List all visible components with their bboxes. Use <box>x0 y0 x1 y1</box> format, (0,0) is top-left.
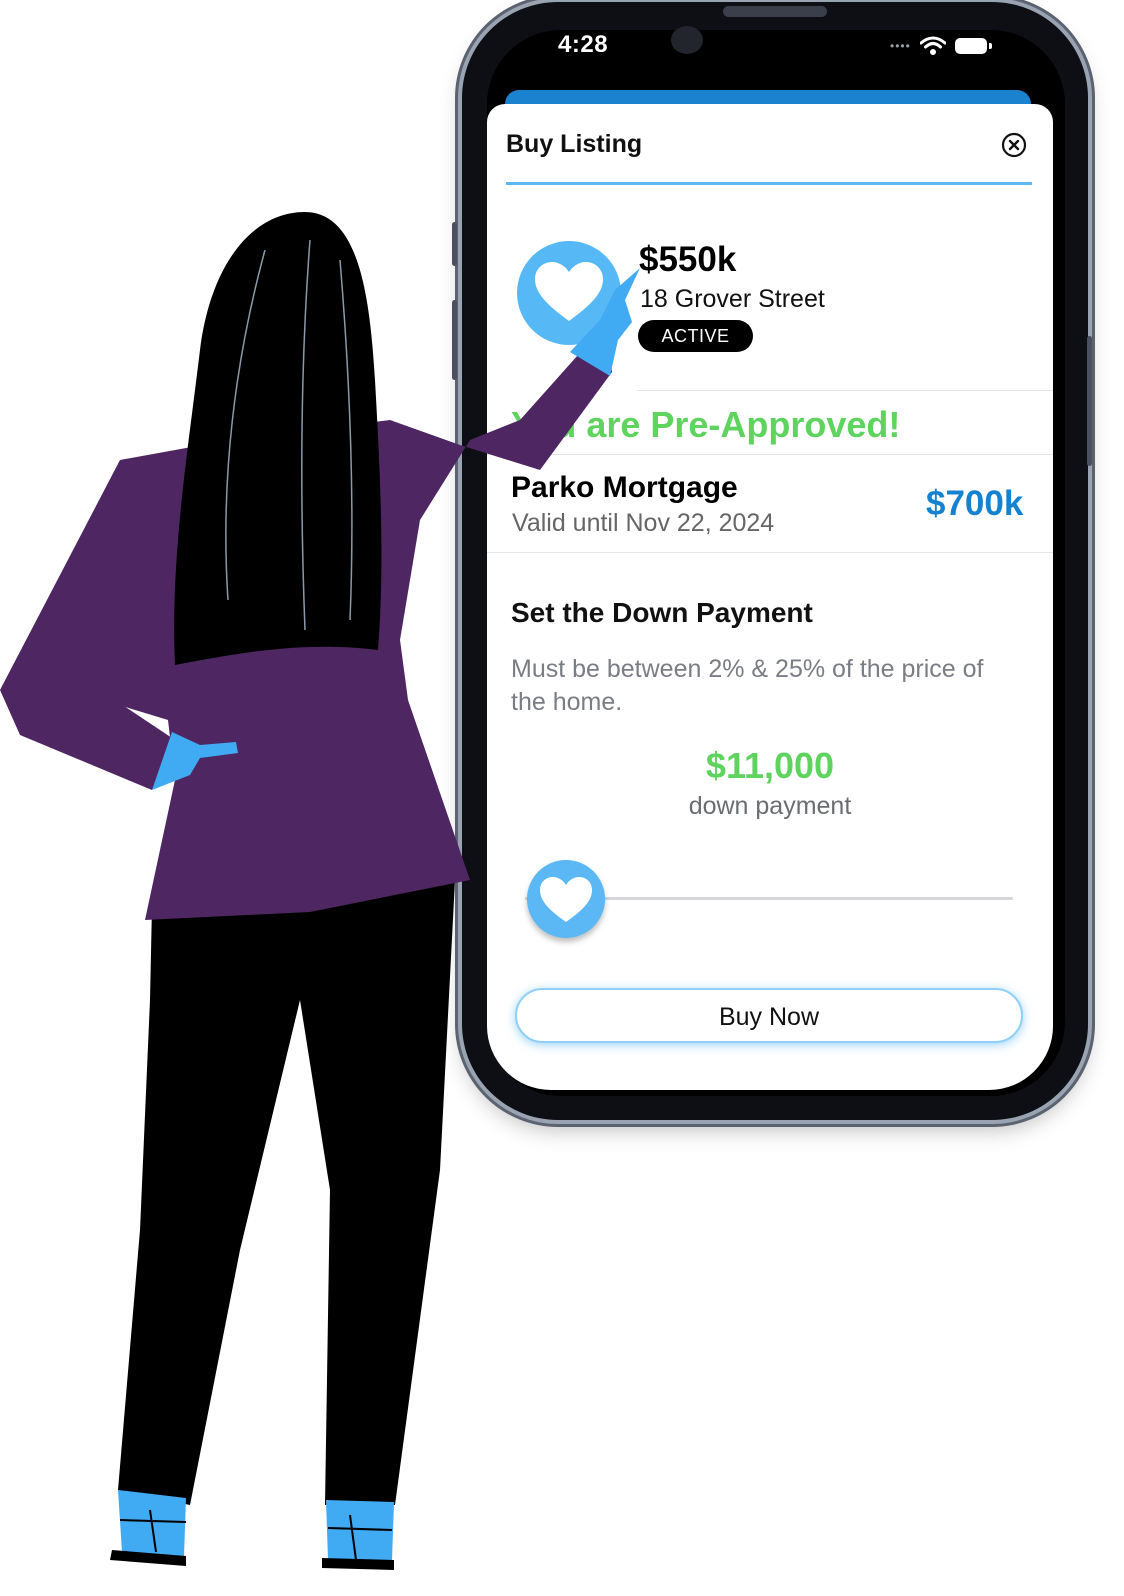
listing-address: 18 Grover Street <box>640 285 825 313</box>
close-circle-icon[interactable] <box>1001 132 1027 158</box>
buy-now-button[interactable]: Buy Now <box>515 988 1023 1043</box>
status-time: 4:28 <box>558 31 609 58</box>
down-payment-description: Must be between 2% & 25% of the price of… <box>511 655 984 716</box>
power-button <box>1087 336 1092 466</box>
listing-price: $550k <box>639 240 737 279</box>
sheet-title: Buy Listing <box>506 130 643 158</box>
slider-thumb[interactable] <box>527 860 605 938</box>
status-badge: ACTIVE <box>638 320 753 352</box>
volume-up-button <box>452 300 457 380</box>
down-payment-heading: Set the Down Payment <box>511 597 813 628</box>
title-underline <box>506 182 1032 185</box>
preapproval-headline: You are Pre-Approved! <box>511 404 901 445</box>
down-payment-value: $11,000 <box>705 745 835 786</box>
listing-heart-badge <box>517 241 621 345</box>
preapproval-expiry: Valid until Nov 22, 2024 <box>512 509 775 537</box>
heart-icon <box>535 262 603 321</box>
down-payment-caption: down payment <box>688 792 852 820</box>
mute-switch <box>452 222 457 266</box>
speaker-notch <box>723 6 827 17</box>
divider <box>487 552 1053 553</box>
wifi-icon <box>919 36 946 55</box>
buy-listing-sheet: Buy Listing $550k 18 Grover Street ACTIV… <box>487 104 1053 1090</box>
divider <box>637 390 1053 391</box>
lender-name: Parko Mortgage <box>511 471 738 504</box>
signal-icon: •••• <box>890 39 911 53</box>
front-camera <box>671 26 703 54</box>
divider <box>487 454 1053 455</box>
preapproval-amount: $700k <box>926 484 1024 523</box>
status-icons: •••• <box>890 36 992 56</box>
heart-icon <box>540 877 592 922</box>
battery-icon <box>954 38 992 54</box>
